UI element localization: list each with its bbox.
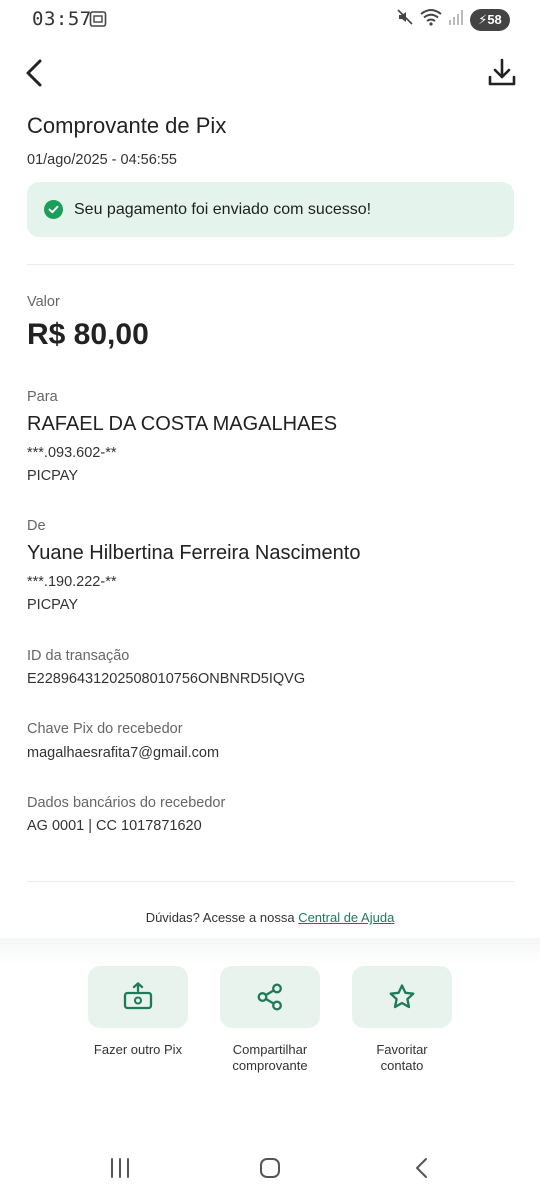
money-send-icon [123,982,153,1010]
page-title: Comprovante de Pix [27,113,227,138]
chevron-left-icon [26,59,42,87]
recipient-bank: PICPAY [27,468,79,484]
divider [27,264,514,265]
sender-name: Yuane Hilbertina Ferreira Nascimento [27,542,361,564]
download-button[interactable] [486,57,518,89]
bank-data-label: Dados bancários do recebedor [27,795,226,811]
mute-icon [396,8,414,31]
recipient-name: RAFAEL DA COSTA MAGALHAES [27,413,338,435]
new-pix-button[interactable] [88,966,188,1028]
favorite-contact-action[interactable]: Favoritar contato [352,966,452,1073]
battery-icon: ⚡ 58 [470,8,510,31]
sender-bank: PICPAY [27,597,79,613]
battery-level: 58 [487,12,502,27]
home-icon [260,1158,280,1178]
receipt-datetime: 01/ago/2025 - 04:56:55 [27,152,177,168]
bank-data: AG 0001 | CC 1017871620 [27,818,202,834]
favorite-contact-label: Favoritar contato [376,1042,428,1073]
download-icon [488,58,516,86]
check-circle-icon [44,200,63,219]
help-text: Dúvidas? Acesse a nossa [145,910,295,925]
recent-apps-button[interactable] [108,1156,132,1185]
success-message: Seu pagamento foi enviado com sucesso! [74,200,372,218]
screenshot-icon [89,10,107,33]
wifi-icon [420,8,442,31]
pix-key-label: Chave Pix do recebedor [27,721,183,737]
home-button[interactable] [258,1156,282,1185]
signal-icon [448,8,464,31]
system-back-button[interactable] [410,1156,434,1185]
recent-apps-icon [111,1158,129,1178]
help-line: Dúvidas? Acesse a nossa Central de Ajuda [0,910,540,925]
share-receipt-button[interactable] [220,966,320,1028]
transaction-id-label: ID da transação [27,648,130,664]
success-banner: Seu pagamento foi enviado com sucesso! [27,182,514,237]
transaction-id: E22896431202508010756ONBNRD5IQVG [27,671,306,687]
divider [27,881,514,882]
share-icon [257,983,282,1011]
status-bar: 03:57 ⚡ 58 [0,0,540,40]
pix-key: magalhaesrafita7@gmail.com [27,745,220,761]
back-button[interactable] [20,56,52,90]
share-receipt-label: Compartilhar comprovante [232,1042,308,1073]
star-icon [389,984,415,1009]
system-nav-bar [0,1140,540,1200]
status-time: 03:57 [32,8,92,30]
favorite-contact-button[interactable] [352,966,452,1028]
back-arrow-icon [416,1158,427,1178]
new-pix-action[interactable]: Fazer outro Pix [88,966,188,1057]
recipient-document: ***.093.602-** [27,445,117,461]
help-center-link[interactable]: Central de Ajuda [298,910,394,925]
value-label: Valor [27,294,60,310]
share-receipt-action[interactable]: Compartilhar comprovante [220,966,320,1073]
recipient-label: Para [27,389,58,405]
amount-value: R$ 80,00 [27,318,149,351]
new-pix-label: Fazer outro Pix [93,1042,183,1057]
sender-label: De [27,518,46,534]
sender-document: ***.190.222-** [27,574,117,590]
